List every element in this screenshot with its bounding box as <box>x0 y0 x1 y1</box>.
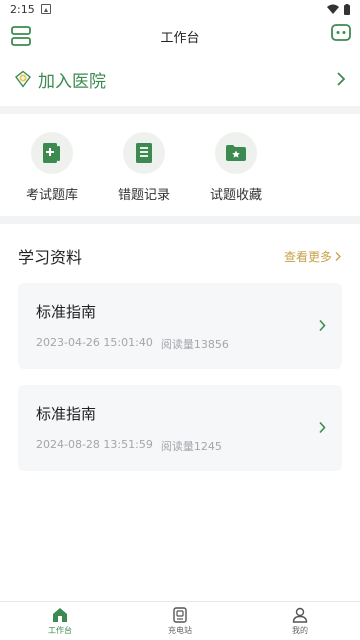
bottom-nav: 工作台 充电站 我的 <box>0 601 360 640</box>
material-date: 2023-04-26 15:01:40 <box>36 336 153 349</box>
shortcut-label: 错题记录 <box>117 188 170 203</box>
status-bar: 2:15 <box>0 0 360 18</box>
shortcut-grid: 考试题库 错题记录 试题收藏 <box>0 118 360 214</box>
charging-station-icon <box>173 607 187 623</box>
wrong-record-icon <box>136 143 152 163</box>
view-more-label: 查看更多 <box>283 249 332 264</box>
material-card[interactable]: 标准指南 2024-08-28 13:51:59 阅读量1245 <box>18 385 342 471</box>
material-title: 标准指南 <box>36 405 97 423</box>
nav-label: 充电站 <box>168 626 192 635</box>
favorite-folder-icon <box>226 145 246 161</box>
materials-header: 学习资料 查看更多 <box>0 236 360 276</box>
shortcut-wrong-record[interactable]: 错题记录 <box>98 118 190 214</box>
material-title: 标准指南 <box>36 303 97 321</box>
nav-profile[interactable]: 我的 <box>240 602 360 640</box>
shortcut-exam-bank[interactable]: 考试题库 <box>6 118 98 214</box>
top-bar: 工作台 <box>0 18 360 54</box>
nav-charging-station[interactable]: 充电站 <box>120 602 240 640</box>
join-hospital-label: 加入医院 <box>38 71 106 92</box>
shortcut-label: 试题收藏 <box>209 188 262 203</box>
switch-button[interactable] <box>10 25 32 47</box>
page-title: 工作台 <box>160 30 200 46</box>
shortcut-icon-wrap <box>31 132 73 174</box>
chevron-right-icon <box>319 421 326 434</box>
section-divider <box>0 216 360 224</box>
wifi-icon <box>327 4 339 14</box>
chevron-right-icon <box>337 72 346 86</box>
material-meta: 2023-04-26 15:01:40 阅读量13856 <box>36 336 324 352</box>
section-divider <box>0 106 360 114</box>
home-icon <box>53 608 67 622</box>
material-card[interactable]: 标准指南 2023-04-26 15:01:40 阅读量13856 <box>18 283 342 369</box>
status-indicators <box>327 3 350 15</box>
message-button[interactable] <box>330 22 352 44</box>
battery-icon <box>344 3 350 15</box>
view-more-link[interactable]: 查看更多 <box>284 248 342 265</box>
materials-title: 学习资料 <box>18 248 83 267</box>
material-meta: 2024-08-28 13:51:59 阅读量1245 <box>36 438 324 454</box>
status-time: 2:15 <box>10 2 35 16</box>
chat-bot-icon <box>331 24 351 41</box>
shortcut-favorites[interactable]: 试题收藏 <box>190 118 282 214</box>
nav-label: 工作台 <box>48 626 72 635</box>
notification-icon <box>40 4 51 14</box>
exam-bank-icon <box>43 143 60 163</box>
nav-label: 我的 <box>292 626 308 635</box>
material-reads: 阅读量1245 <box>160 440 222 453</box>
material-reads: 阅读量13856 <box>160 338 229 351</box>
shortcut-icon-wrap <box>123 132 165 174</box>
chevron-right-icon <box>319 319 326 332</box>
switch-icon <box>11 26 31 46</box>
nav-workbench[interactable]: 工作台 <box>0 602 120 640</box>
join-hospital-row[interactable]: 加入医院 <box>0 58 360 100</box>
material-date: 2024-08-28 13:51:59 <box>36 438 153 451</box>
diamond-plus-icon <box>15 70 31 88</box>
profile-icon <box>292 607 308 623</box>
shortcut-icon-wrap <box>215 132 257 174</box>
chevron-right-icon <box>335 251 341 261</box>
shortcut-label: 考试题库 <box>25 188 78 203</box>
